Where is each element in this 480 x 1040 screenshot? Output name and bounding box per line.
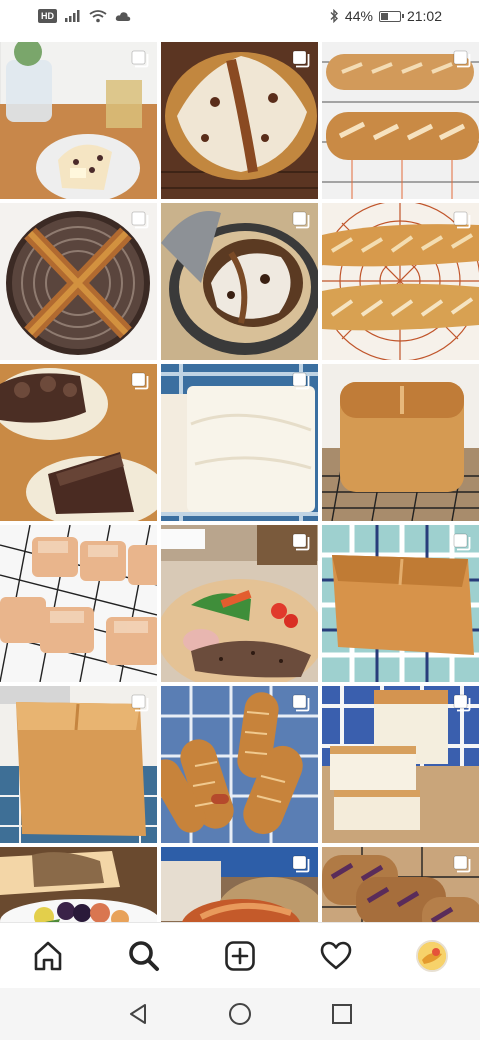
- system-back-button[interactable]: [124, 1000, 152, 1028]
- tile-17[interactable]: [161, 847, 318, 922]
- multiple-photos-icon: [131, 372, 149, 390]
- activity-heart-icon: [320, 941, 352, 970]
- clock: 21:02: [406, 8, 442, 24]
- multiple-photos-icon: [453, 50, 471, 68]
- nav-activity-button[interactable]: [288, 923, 384, 989]
- nav-home-button[interactable]: [0, 923, 96, 989]
- tile-6[interactable]: [322, 203, 479, 360]
- tile-8[interactable]: [161, 364, 318, 521]
- status-bar: HD 44% 21:02: [0, 0, 480, 36]
- system-nav-bar: [0, 988, 480, 1040]
- tile-16[interactable]: [0, 847, 157, 922]
- tile-12[interactable]: [322, 525, 479, 682]
- search-icon: [129, 941, 159, 971]
- system-recents-button[interactable]: [328, 1000, 356, 1028]
- tile-3[interactable]: [322, 42, 479, 199]
- multiple-photos-icon: [131, 211, 149, 229]
- tile-10[interactable]: [0, 525, 157, 682]
- tile-11[interactable]: [161, 525, 318, 682]
- tile-4[interactable]: [0, 203, 157, 360]
- nav-new-post-button[interactable]: [192, 923, 288, 989]
- status-right: 44% 21:02: [329, 8, 442, 24]
- multiple-photos-icon: [453, 855, 471, 873]
- signal-icon: [65, 10, 80, 22]
- back-icon: [130, 1004, 146, 1024]
- tile-1[interactable]: [0, 42, 157, 199]
- home-icon: [34, 941, 62, 971]
- multiple-photos-icon: [453, 533, 471, 551]
- multiple-photos-icon: [292, 855, 310, 873]
- tile-2[interactable]: [161, 42, 318, 199]
- wifi-icon: [89, 9, 107, 22]
- multiple-photos-icon: [131, 694, 149, 712]
- multiple-photos-icon: [292, 533, 310, 551]
- multiple-photos-icon: [292, 50, 310, 68]
- multiple-photos-icon: [292, 372, 310, 390]
- nav-search-button[interactable]: [96, 923, 192, 989]
- bottom-nav: [0, 922, 480, 988]
- multiple-photos-icon: [453, 694, 471, 712]
- multiple-photos-icon: [453, 211, 471, 229]
- multiple-photos-icon: [292, 211, 310, 229]
- cloud-icon: [115, 11, 131, 21]
- tile-13[interactable]: [0, 686, 157, 843]
- tile-14[interactable]: [161, 686, 318, 843]
- tile-5[interactable]: [161, 203, 318, 360]
- hd-badge: HD: [38, 9, 57, 23]
- new-post-icon: [225, 941, 255, 971]
- recents-icon: [332, 1004, 352, 1024]
- multiple-photos-icon: [131, 50, 149, 68]
- profile-avatar: [416, 940, 448, 972]
- multiple-photos-icon: [292, 694, 310, 712]
- nav-profile-button[interactable]: [384, 923, 480, 989]
- tile-15[interactable]: [322, 686, 479, 843]
- home-circle-icon: [229, 1003, 251, 1025]
- battery-percent: 44%: [344, 8, 373, 24]
- status-left: HD: [38, 9, 131, 23]
- tile-9[interactable]: [322, 364, 479, 521]
- tile-18[interactable]: [322, 847, 479, 922]
- tile-7[interactable]: [0, 364, 157, 521]
- system-home-button[interactable]: [226, 1000, 254, 1028]
- bluetooth-icon: [330, 9, 338, 23]
- battery-icon: [378, 10, 404, 22]
- explore-grid[interactable]: [0, 38, 480, 922]
